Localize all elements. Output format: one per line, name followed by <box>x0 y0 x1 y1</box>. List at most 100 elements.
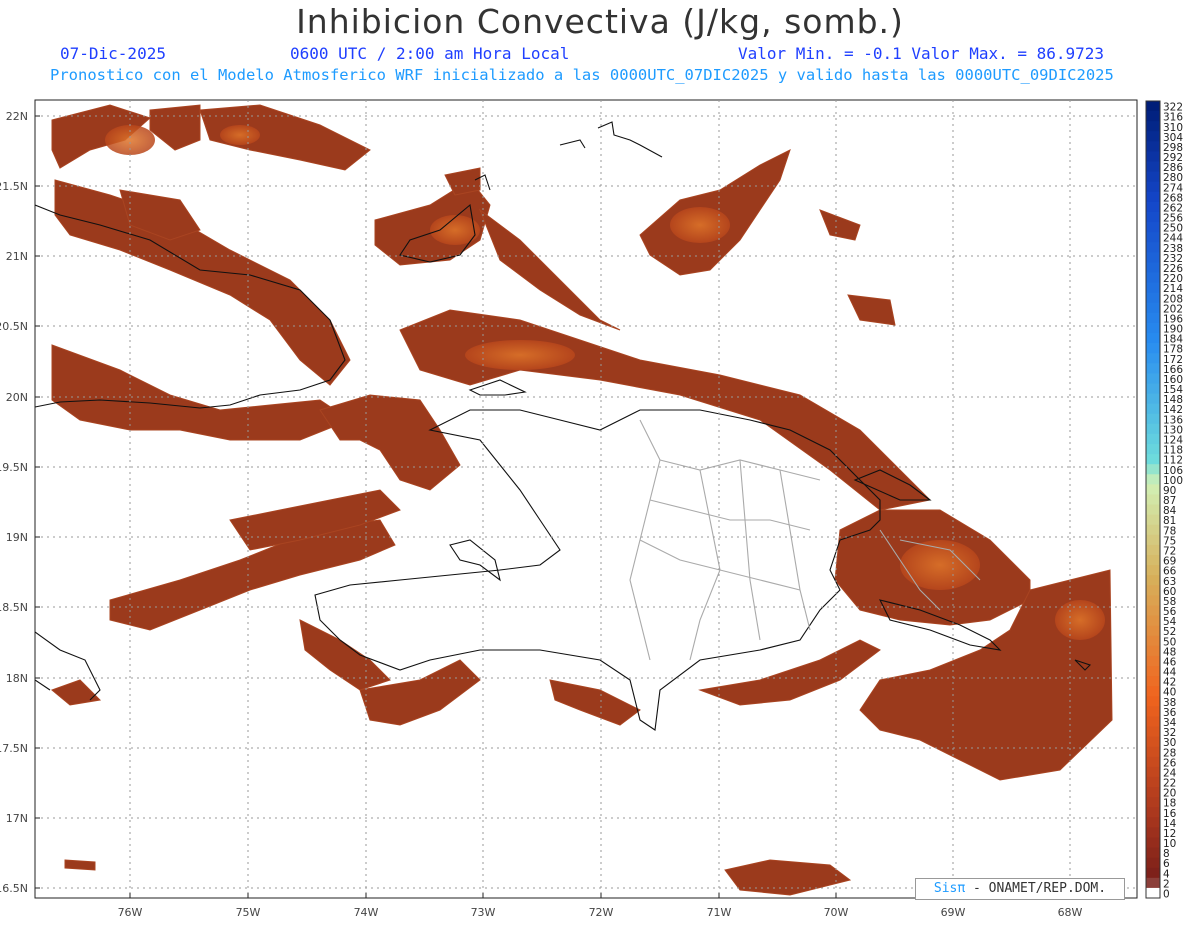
colorbar-swatch <box>1146 464 1160 475</box>
lon-labels: 76W 75W 74W 73W 72W 71W 70W 69W 68W <box>118 906 1083 919</box>
lon-label: 72W <box>589 906 614 919</box>
colorbar-swatch <box>1146 262 1160 274</box>
colorbar-swatch <box>1146 635 1160 647</box>
forecast-time: 0600 UTC / 2:00 am Hora Local <box>290 44 570 63</box>
colorbar-swatch <box>1146 534 1160 546</box>
colorbar-swatch <box>1146 716 1160 727</box>
colorbar-swatch <box>1146 696 1160 707</box>
colorbar-swatch <box>1146 232 1160 243</box>
lat-label: 20N <box>6 391 28 404</box>
lat-label: 20.5N <box>0 320 28 333</box>
colorbar-swatch <box>1146 857 1160 869</box>
lat-label: 19.5N <box>0 461 28 474</box>
colorbar-swatch <box>1146 333 1160 344</box>
colorbar-swatch <box>1146 322 1160 334</box>
colorbar-swatch <box>1146 817 1160 828</box>
colorbar-swatch <box>1146 797 1160 808</box>
colorbar-swatch <box>1146 353 1160 364</box>
colorbar-swatch <box>1146 655 1160 667</box>
credit-text: - ONAMET/REP.DOM. <box>965 881 1107 896</box>
colorbar-swatch <box>1146 625 1160 637</box>
lat-label: 17N <box>6 812 28 825</box>
colorbar-swatch <box>1146 605 1160 617</box>
colorbar-swatch <box>1146 393 1160 405</box>
colorbar-swatch <box>1146 292 1160 304</box>
colorbar-swatch <box>1146 121 1160 132</box>
colorbar-swatch <box>1146 363 1160 374</box>
colorbar-swatch <box>1146 433 1160 445</box>
colorbar-swatch <box>1146 101 1160 112</box>
colorbar-swatch <box>1146 181 1160 193</box>
colorbar-swatch <box>1146 474 1160 485</box>
colorbar-swatch <box>1146 282 1160 294</box>
colorbar-swatch <box>1146 423 1160 435</box>
colorbar-swatch <box>1146 161 1160 173</box>
lat-labels: 22N 21.5N 21N 20.5N 20N 19.5N 19N 18.5N … <box>0 110 28 895</box>
colorbar-swatch <box>1146 454 1160 465</box>
lat-label: 17.5N <box>0 742 28 755</box>
colorbar-swatch <box>1146 776 1160 788</box>
colorbar-swatch <box>1146 383 1160 395</box>
colorbar-swatch <box>1146 686 1160 697</box>
colorbar-swatch <box>1146 837 1160 849</box>
colorbar-swatch <box>1146 403 1160 415</box>
colorbar-swatch <box>1146 151 1160 163</box>
value-range: Valor Min. = -0.1 Valor Max. = 86.9723 <box>738 44 1105 63</box>
map-title: Inhibicion Convectiva (J/kg, somb.) <box>296 2 904 41</box>
forecast-description: Pronostico con el Modelo Atmosferico WRF… <box>50 66 1114 84</box>
colorbar-swatch <box>1146 887 1160 899</box>
lon-label: 69W <box>941 906 966 919</box>
colorbar-swatch <box>1146 665 1160 677</box>
lat-label: 21N <box>6 250 28 263</box>
colorbar-swatch <box>1146 746 1160 758</box>
colorbar-swatch <box>1146 141 1160 152</box>
colorbar-swatch <box>1146 191 1160 203</box>
colorbar-swatch <box>1146 444 1160 455</box>
lon-label: 75W <box>236 906 261 919</box>
colorbar-swatch <box>1146 554 1160 566</box>
map-canvas: 22N 21.5N 21N 20.5N 20N 19.5N 19N 18.5N … <box>0 99 1183 919</box>
colorbar-swatch <box>1146 867 1160 879</box>
colorbar-swatch <box>1146 111 1160 122</box>
colorbar-swatch <box>1146 514 1160 526</box>
lon-label: 76W <box>118 906 143 919</box>
colorbar-swatch <box>1146 726 1160 738</box>
colorbar-swatch <box>1146 615 1160 627</box>
colorbar-swatch <box>1146 343 1160 354</box>
colorbar-swatch <box>1146 736 1160 748</box>
colorbar-swatch <box>1146 312 1160 324</box>
colorbar-swatch <box>1146 524 1160 536</box>
colorbar: 3223163103042982922862802742682622562502… <box>1145 100 1183 901</box>
map-frame <box>34 99 1138 899</box>
colorbar-swatch <box>1146 504 1160 516</box>
colorbar-swatch <box>1146 585 1160 596</box>
colorbar-swatch <box>1146 847 1160 859</box>
lat-label: 19N <box>6 531 28 544</box>
lat-label: 22N <box>6 110 28 123</box>
colorbar-swatch <box>1146 222 1160 233</box>
lat-label: 18N <box>6 672 28 685</box>
colorbar-swatch <box>1146 373 1160 384</box>
colorbar-swatch <box>1146 131 1160 142</box>
colorbar-swatch <box>1146 565 1160 576</box>
colorbar-swatch <box>1146 756 1160 768</box>
colorbar-swatch <box>1146 676 1160 687</box>
colorbar-swatch <box>1146 201 1160 213</box>
colorbar-swatch <box>1146 302 1160 314</box>
colorbar-swatch <box>1146 252 1160 263</box>
lon-label: 71W <box>707 906 732 919</box>
lat-label: 16.5N <box>0 882 28 895</box>
colorbar-swatch <box>1146 242 1160 253</box>
colorbar-swatch <box>1146 575 1160 586</box>
colorbar-swatch <box>1146 706 1160 717</box>
lat-label: 21.5N <box>0 180 28 193</box>
lon-label: 73W <box>471 906 496 919</box>
colorbar-swatch <box>1146 645 1160 657</box>
lat-label: 18.5N <box>0 601 28 614</box>
forecast-date: 07-Dic-2025 <box>60 44 166 63</box>
colorbar-swatch <box>1146 807 1160 818</box>
brand-logo: Sisπ <box>933 881 966 896</box>
colorbar-swatch <box>1146 787 1160 798</box>
lon-label: 68W <box>1058 906 1083 919</box>
colorbar-swatch <box>1146 484 1160 495</box>
